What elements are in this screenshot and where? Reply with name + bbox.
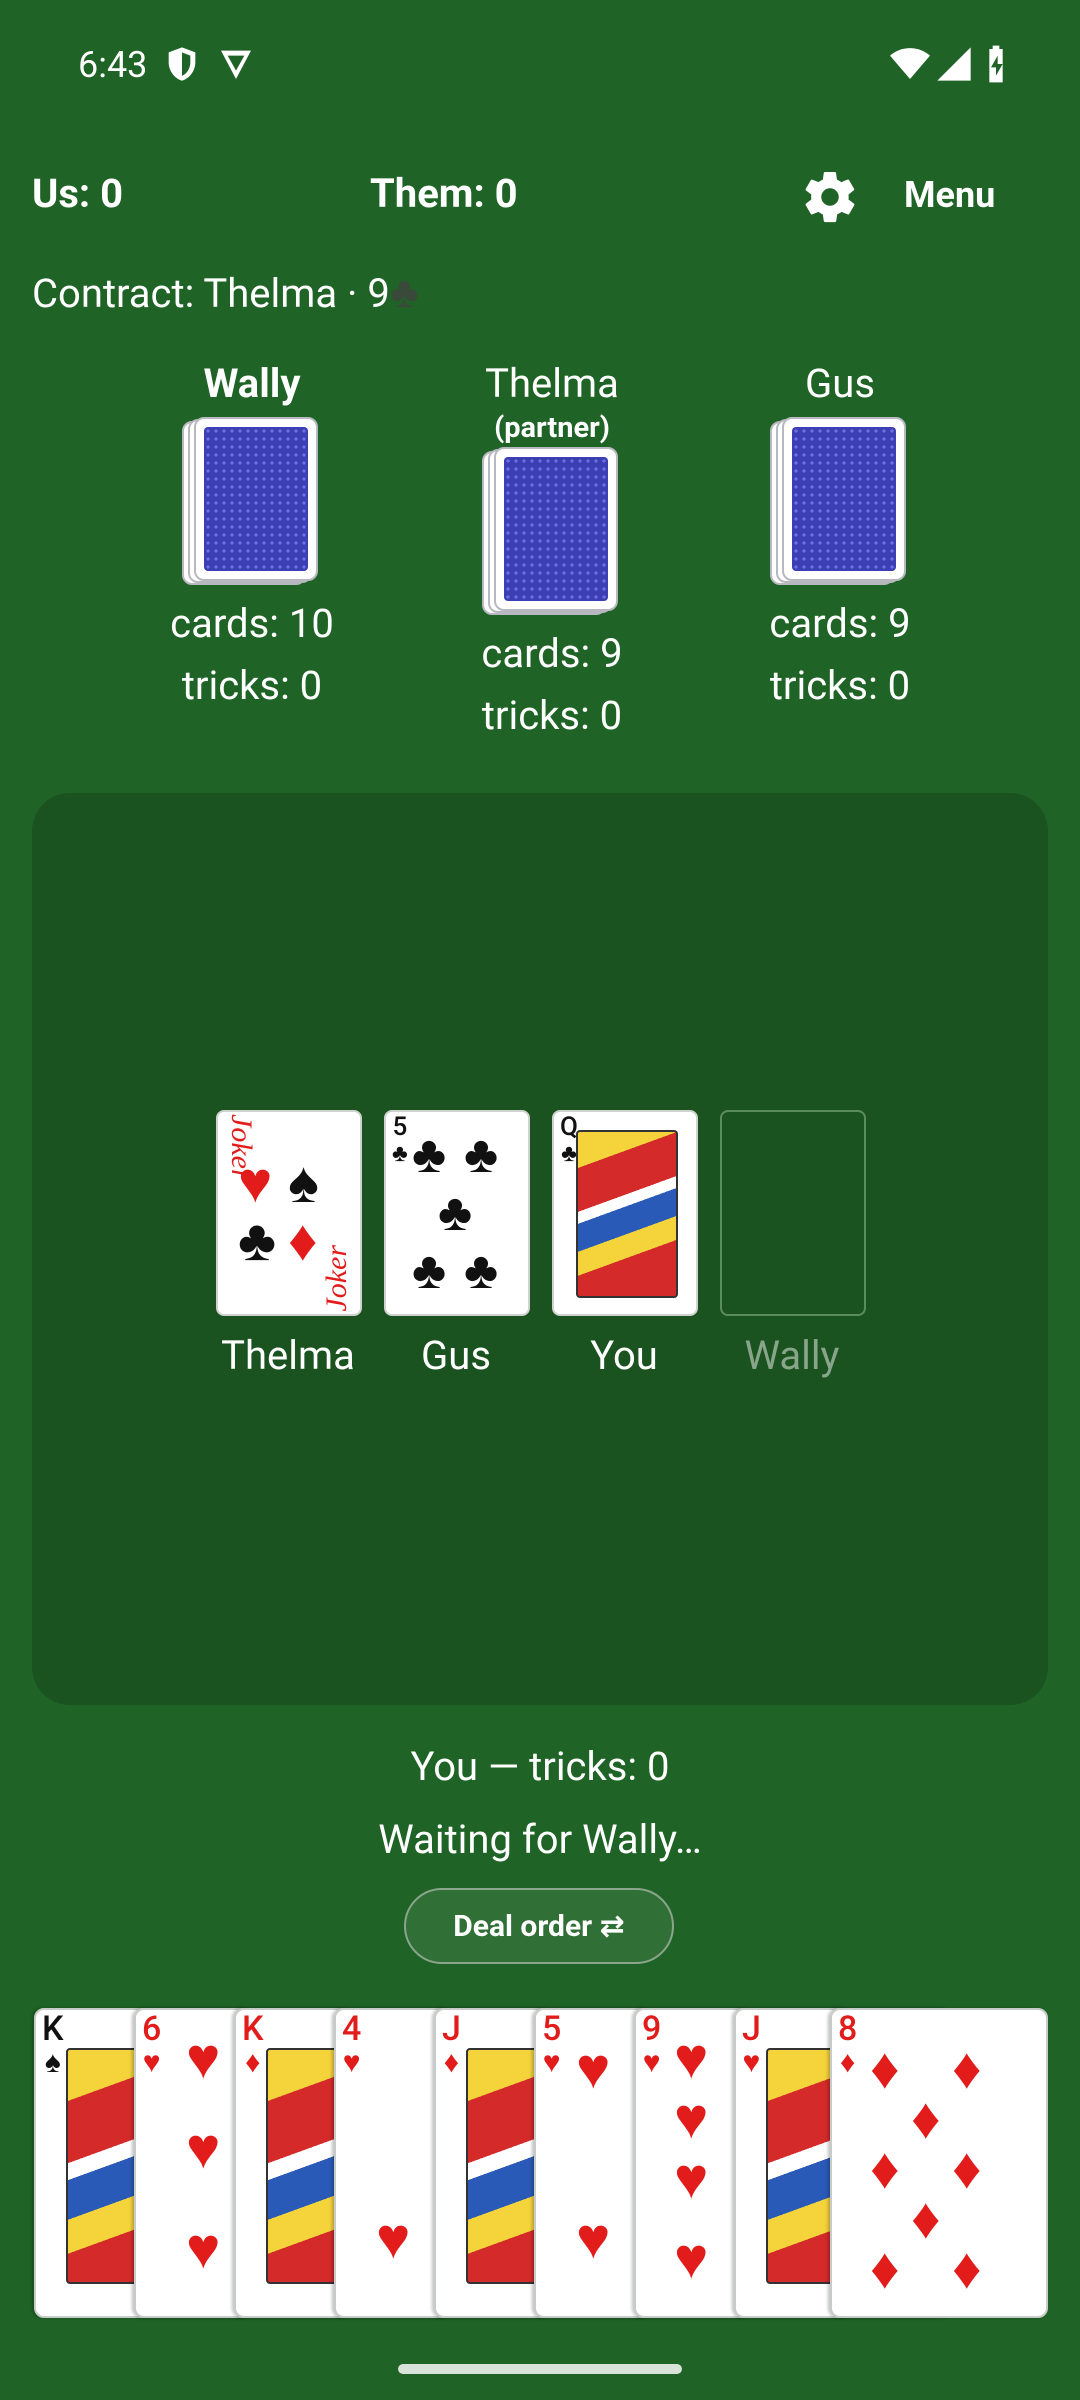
them-score: Them: 0: [370, 170, 518, 217]
clock: 6:43: [78, 44, 148, 86]
contract-info: Contract: Thelma · 9♣: [32, 266, 419, 318]
joker-label: Joker: [320, 1245, 353, 1312]
trick-count: tricks: 0: [481, 692, 623, 739]
trick-card-joker: Joker Joker ♥ ♠ ♣ ♦: [216, 1110, 362, 1316]
player-name: Thelma: [485, 360, 619, 407]
heart-icon: ♥: [674, 2085, 709, 2153]
trick-label-you: You: [590, 1332, 658, 1379]
contract-suit: ♣: [389, 266, 419, 318]
waiting-message: Waiting for Wally…: [378, 1816, 702, 1863]
you-tricks: You — tricks: 0: [410, 1743, 670, 1790]
player-thelma: Thelma (partner) cards: 9 tricks: 0: [452, 360, 652, 747]
club-icon: ♣: [238, 1207, 277, 1275]
trick-slot-empty: [720, 1110, 866, 1316]
menu-button[interactable]: Menu: [904, 174, 995, 216]
hand-card-8-diamonds[interactable]: 8 ♦ ♦ ♦ ♦ ♦ ♦ ♦ ♦ ♦: [830, 2008, 1048, 2318]
heart-icon: ♥: [674, 2145, 709, 2213]
card-stack: [182, 417, 322, 593]
diamond-icon: ♦: [911, 2085, 941, 2153]
signal-icon: [937, 47, 971, 81]
status-bar: 6:43: [0, 0, 1080, 136]
card-stack: [482, 447, 622, 623]
trick-count: tricks: 0: [769, 662, 911, 709]
trick-label-thelma: Thelma: [221, 1332, 355, 1379]
shield-icon: [168, 47, 196, 81]
player-name: Gus: [805, 360, 875, 407]
diamond-icon: ♦: [952, 2035, 982, 2103]
diamond-icon: ♦: [288, 1207, 318, 1275]
diamond-icon: ♦: [870, 2235, 900, 2303]
us-score: Us: 0: [32, 170, 124, 217]
heart-icon: ♥: [186, 2115, 221, 2183]
card-count: cards: 9: [769, 600, 911, 647]
diamond-icon: ♦: [952, 2235, 982, 2303]
trick-card-queen-clubs: Q ♣: [552, 1110, 698, 1316]
battery-charging-icon: [989, 45, 1003, 83]
home-indicator[interactable]: [398, 2364, 682, 2374]
heart-icon: ♥: [186, 2215, 221, 2283]
player-name: Wally: [203, 360, 301, 407]
spade-icon: ♠: [288, 1149, 319, 1217]
heart-icon: ♥: [376, 2205, 411, 2273]
diamond-icon: ♦: [911, 2185, 941, 2253]
heart-icon: ♥: [238, 1149, 273, 1217]
wifi-icon: [890, 48, 930, 79]
contract-text: Contract: Thelma · 9: [32, 270, 390, 317]
diamond-icon: ♦: [870, 2035, 900, 2103]
card-stack: [770, 417, 910, 593]
heart-icon: ♥: [186, 2025, 221, 2093]
score-header: Us: 0 Them: 0 Menu: [0, 170, 1080, 230]
club-icon: ♣: [464, 1240, 499, 1301]
queen-face-art: [576, 1130, 678, 1298]
trick-label-wally: Wally: [744, 1332, 840, 1379]
vpn-icon: [221, 50, 251, 79]
heart-icon: ♥: [674, 2025, 709, 2093]
trick-card-5-clubs: 5 ♣ ♣ ♣ ♣ ♣ ♣: [384, 1110, 530, 1316]
trick-count: tricks: 0: [181, 662, 323, 709]
card-count: cards: 9: [481, 630, 623, 677]
partner-label: (partner): [494, 411, 610, 445]
gear-icon[interactable]: [800, 167, 860, 227]
heart-icon: ♥: [576, 2035, 611, 2103]
club-icon: ♣: [464, 1124, 499, 1185]
play-table: [32, 793, 1048, 1705]
card-count: cards: 10: [170, 600, 334, 647]
trick-label-gus: Gus: [421, 1332, 491, 1379]
heart-icon: ♥: [674, 2225, 709, 2293]
deal-order-button[interactable]: Deal order ⇄: [404, 1888, 674, 1964]
player-wally: Wally cards: 10 tricks: 0: [152, 360, 352, 717]
diamond-icon: ♦: [952, 2135, 982, 2203]
heart-icon: ♥: [576, 2205, 611, 2273]
club-icon: ♣: [438, 1182, 473, 1243]
diamond-icon: ♦: [870, 2135, 900, 2203]
club-icon: ♣: [412, 1240, 447, 1301]
club-icon: ♣: [412, 1124, 447, 1185]
player-gus: Gus cards: 9 tricks: 0: [740, 360, 940, 717]
